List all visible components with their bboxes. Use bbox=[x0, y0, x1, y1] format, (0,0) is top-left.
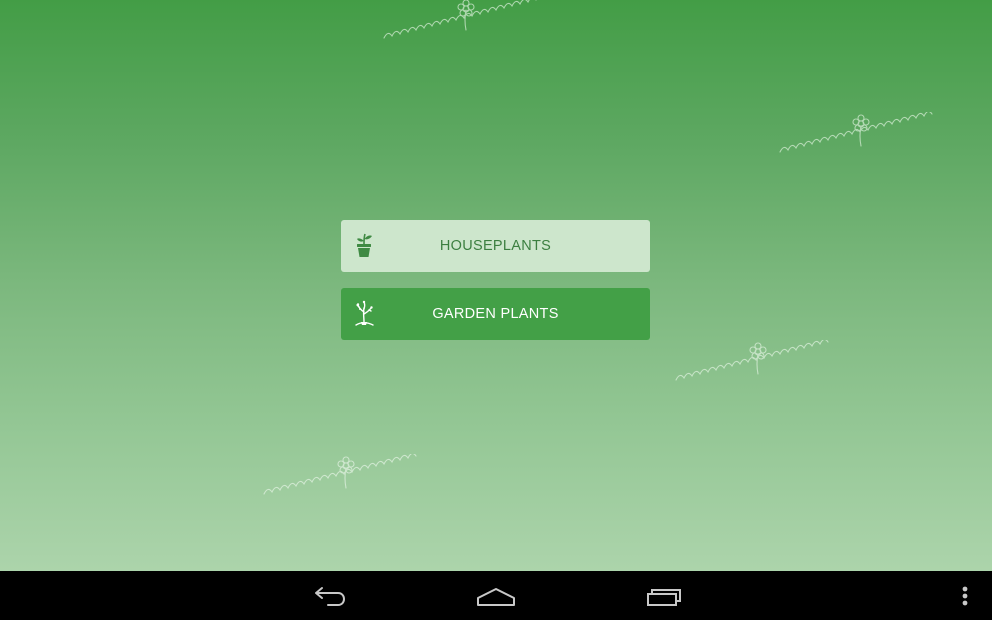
flower-doodle-right bbox=[778, 112, 938, 158]
home-icon bbox=[474, 579, 518, 613]
recent-apps-button[interactable] bbox=[644, 579, 686, 613]
houseplants-button[interactable]: HOUSEPLANTS bbox=[341, 220, 650, 272]
potted-plant-icon bbox=[353, 232, 375, 260]
back-button[interactable] bbox=[306, 579, 352, 613]
flower-doodle-top bbox=[382, 0, 544, 44]
overflow-menu-icon bbox=[956, 579, 974, 613]
home-button[interactable] bbox=[474, 579, 518, 613]
houseplants-label: HOUSEPLANTS bbox=[439, 238, 552, 254]
overflow-menu-button[interactable] bbox=[956, 579, 974, 613]
app-screen: HOUSEPLANTS GARDEN PLANTS bbox=[0, 0, 992, 571]
back-arrow-icon bbox=[306, 579, 352, 613]
sprouting-tree-icon bbox=[353, 300, 375, 328]
recent-apps-icon bbox=[644, 579, 686, 613]
garden-plants-button[interactable]: GARDEN PLANTS bbox=[341, 288, 650, 340]
garden-plants-label: GARDEN PLANTS bbox=[432, 306, 559, 322]
flower-doodle-middle bbox=[674, 340, 834, 386]
flower-doodle-bottom-left bbox=[262, 454, 422, 500]
navigation-bar bbox=[0, 571, 992, 620]
